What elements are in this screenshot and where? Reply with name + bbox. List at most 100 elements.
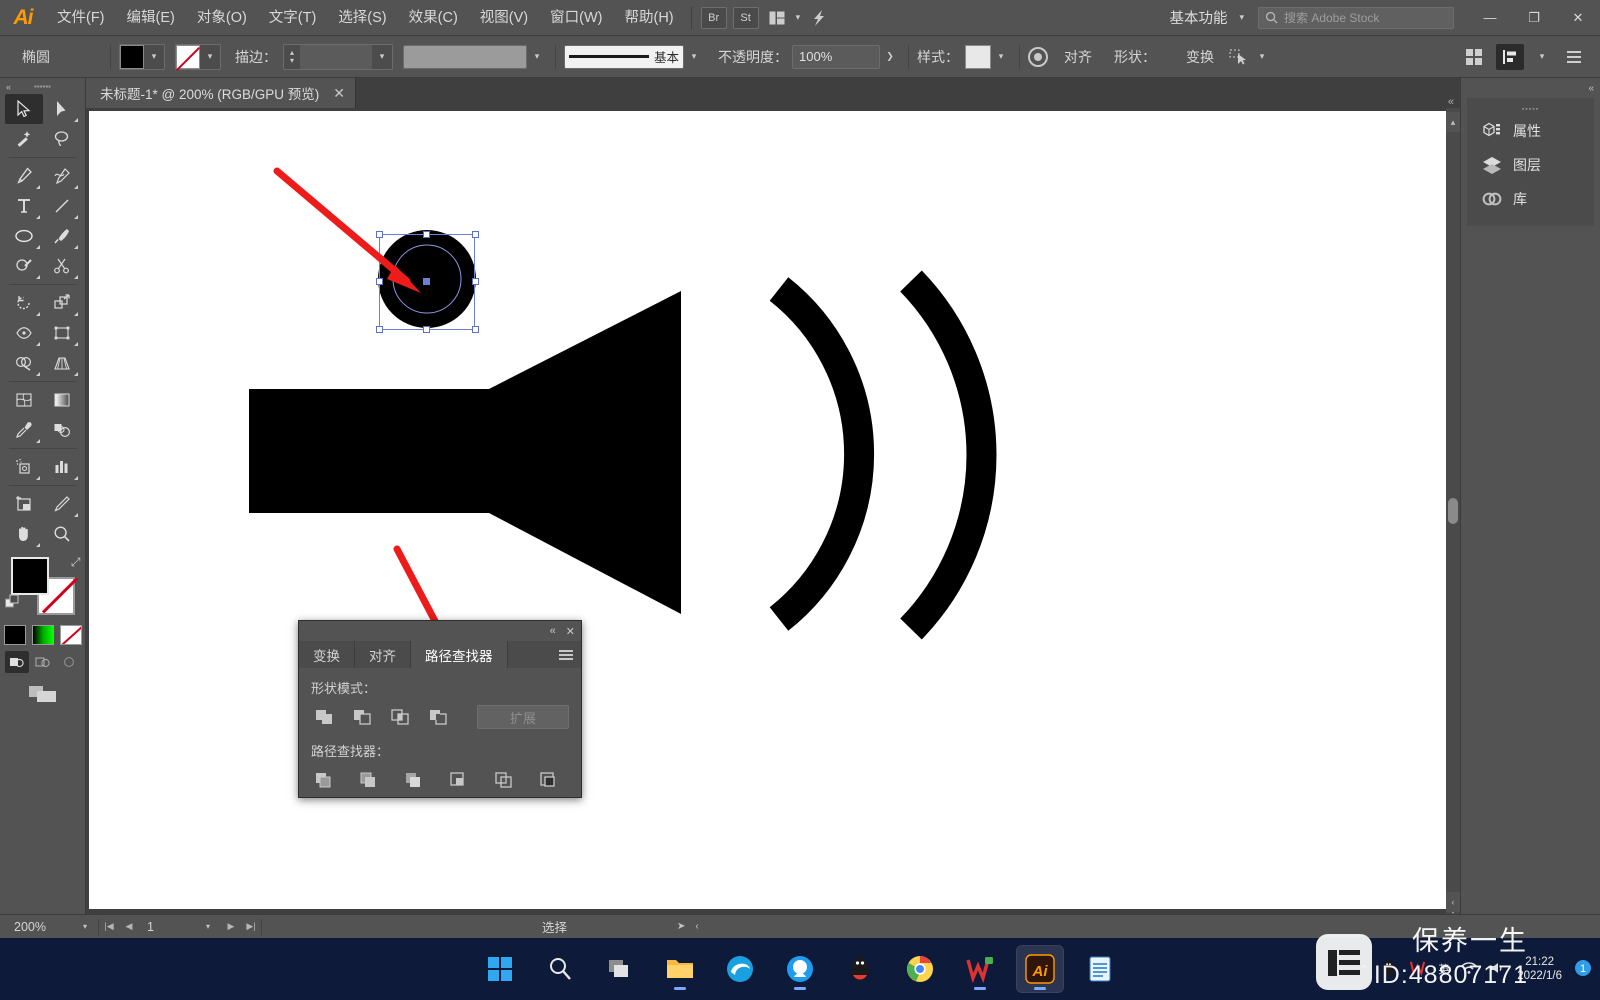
swap-fill-stroke-icon[interactable]: ⤢ <box>71 555 81 570</box>
previous-artboard-icon[interactable]: ◀ <box>119 921 139 932</box>
lasso-tool[interactable] <box>43 124 81 154</box>
selection-handle[interactable] <box>423 326 430 333</box>
eyedropper-tool[interactable] <box>5 415 43 445</box>
symbol-sprayer-tool[interactable] <box>5 452 43 482</box>
pathfinder-close-icon[interactable]: ✕ <box>566 625 575 638</box>
menu-view[interactable]: 视图(V) <box>469 0 539 36</box>
shaper-tool[interactable] <box>5 251 43 281</box>
arrange-panel-icon[interactable] <box>1460 44 1488 70</box>
document-tab[interactable]: 未标题-1* @ 200% (RGB/GPU 预览) ✕ <box>86 78 356 108</box>
canvas-area[interactable]: ▴ ▾ <box>86 108 1460 918</box>
minimize-button[interactable]: — <box>1468 0 1512 36</box>
tray-volume-icon[interactable] <box>1489 961 1505 978</box>
artboard-chevron-down-icon[interactable]: ▾ <box>195 922 221 931</box>
right-dock-grip[interactable]: ▪▪▪▪▪ <box>1467 104 1594 114</box>
qq-icon[interactable] <box>837 946 883 992</box>
selection-handle[interactable] <box>472 278 479 285</box>
align-button[interactable]: 对齐 <box>1064 47 1092 67</box>
workspace-chevron-icon[interactable]: ▾ <box>1235 12 1248 23</box>
draw-behind-mode-icon[interactable] <box>31 651 55 673</box>
crop-button[interactable] <box>446 768 472 792</box>
restore-button[interactable]: ❐ <box>1512 0 1556 36</box>
pen-tool[interactable] <box>5 161 43 191</box>
pathfinder-collapse-icon[interactable]: « <box>550 625 556 637</box>
first-artboard-icon[interactable]: |◀ <box>99 921 119 932</box>
next-artboard-icon[interactable]: ▶ <box>221 921 241 932</box>
column-graph-tool[interactable] <box>43 452 81 482</box>
status-chevron-left-icon[interactable]: ‹ <box>695 921 698 932</box>
curvature-tool[interactable] <box>43 161 81 191</box>
selection-options-chevron-icon[interactable]: ▾ <box>1252 45 1272 69</box>
direct-selection-tool[interactable] <box>43 94 81 124</box>
notepad-icon[interactable] <box>1077 946 1123 992</box>
menu-type[interactable]: 文字(T) <box>258 0 328 36</box>
selection-handle[interactable] <box>472 326 479 333</box>
outline-button[interactable] <box>491 768 517 792</box>
tray-wps-icon[interactable] <box>1409 959 1426 979</box>
menu-window[interactable]: 窗口(W) <box>539 0 613 36</box>
wps-icon[interactable] <box>957 946 1003 992</box>
trim-button[interactable] <box>356 768 382 792</box>
gradient-tool[interactable] <box>43 385 81 415</box>
selection-handle[interactable] <box>472 231 479 238</box>
artboard-number-input[interactable]: 1 <box>139 920 195 934</box>
stock-button[interactable]: St <box>732 6 759 29</box>
menu-edit[interactable]: 编辑(E) <box>116 0 186 36</box>
tab-pathfinder[interactable]: 路径查找器 <box>411 641 508 668</box>
paintbrush-tool[interactable] <box>43 221 81 251</box>
panel-expand-left-icon[interactable]: ‹ <box>1446 892 1460 912</box>
default-fill-stroke-icon[interactable] <box>4 594 21 615</box>
selection-options-icon[interactable] <box>1224 44 1252 70</box>
pathfinder-panel[interactable]: « ✕ 变换 对齐 路径查找器 形状模式： 扩展 路径查找器： <box>298 620 582 798</box>
graphic-style-swatch[interactable] <box>965 44 991 69</box>
tabbar-collapse-icon[interactable]: « <box>1448 96 1460 108</box>
artboard[interactable] <box>89 111 1449 909</box>
last-artboard-icon[interactable]: ▶| <box>241 921 261 932</box>
tray-input-method-icon[interactable]: 英 <box>1438 961 1449 977</box>
gradient-swatch[interactable] <box>31 625 54 645</box>
current-tool-icon[interactable]: ➤ <box>677 921 685 932</box>
windows-start-icon[interactable] <box>477 946 523 992</box>
change-screen-mode-icon[interactable] <box>0 683 85 705</box>
panel-libraries[interactable]: 库 <box>1467 182 1594 216</box>
close-button[interactable]: ✕ <box>1556 0 1600 36</box>
exclude-button[interactable] <box>425 705 451 729</box>
scale-tool[interactable] <box>43 288 81 318</box>
minus-back-button[interactable] <box>536 768 562 792</box>
fill-color-swatch[interactable] <box>10 557 49 595</box>
tab-transform[interactable]: 变换 <box>299 641 355 668</box>
document-setup-icon[interactable] <box>1560 44 1588 70</box>
width-profile-chevron-down-icon[interactable]: ▾ <box>684 45 704 69</box>
blend-tool[interactable] <box>43 415 81 445</box>
divide-button[interactable] <box>311 768 337 792</box>
task-view-icon[interactable] <box>597 946 643 992</box>
shape-builder-tool[interactable] <box>5 348 43 378</box>
line-segment-tool[interactable] <box>43 191 81 221</box>
stroke-weight-control[interactable]: ▴ ▾ ▾ <box>283 43 393 70</box>
stroke-control[interactable]: ▾ <box>175 43 221 70</box>
width-tool[interactable] <box>5 318 43 348</box>
illustrator-icon[interactable]: Ai <box>1016 945 1064 993</box>
mesh-tool[interactable] <box>5 385 43 415</box>
fill-control[interactable]: ▾ <box>119 43 165 70</box>
fill-swatch[interactable] <box>120 44 144 69</box>
magic-wand-tool[interactable] <box>5 124 43 154</box>
free-transform-tool[interactable] <box>43 318 81 348</box>
menu-file[interactable]: 文件(F) <box>46 0 116 36</box>
intersect-button[interactable] <box>387 705 413 729</box>
align-panel-chevron-icon[interactable]: ▾ <box>1532 45 1552 69</box>
canvas-vertical-scrollbar[interactable]: ▴ ▾ <box>1446 108 1460 918</box>
stroke-swatch[interactable] <box>176 44 200 69</box>
draw-normal-mode-icon[interactable] <box>4 651 29 673</box>
draw-inside-mode-icon[interactable] <box>57 651 81 673</box>
panel-layers[interactable]: 图层 <box>1467 148 1594 182</box>
bridge-button[interactable]: Br <box>700 6 727 29</box>
slice-tool[interactable] <box>43 489 81 519</box>
none-swatch[interactable] <box>59 625 82 645</box>
toolbar-grip[interactable]: ▪▪▪▪▪▪ <box>0 78 85 94</box>
workspace-switcher[interactable]: 基本功能 <box>1161 7 1235 28</box>
fill-chevron-down-icon[interactable]: ▾ <box>144 45 164 69</box>
opacity-input[interactable]: 100% <box>792 44 880 69</box>
transform-button[interactable]: 变换 <box>1186 47 1214 67</box>
tray-expand-icon[interactable]: ⌃ <box>1359 963 1368 976</box>
